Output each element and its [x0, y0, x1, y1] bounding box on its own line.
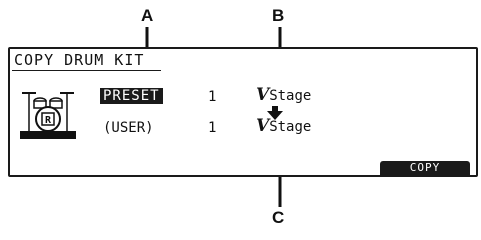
- lcd-screen: COPY DRUM KIT R PRESET 1 VStage (USER) 1…: [8, 47, 478, 177]
- source-kit-name: Stage: [269, 88, 312, 104]
- screen-title: COPY DRUM KIT: [14, 51, 145, 69]
- title-underline: [12, 70, 161, 71]
- copy-button[interactable]: COPY: [380, 161, 470, 175]
- destination-kit-name: Stage: [269, 119, 312, 135]
- destination-kit-name-field[interactable]: VStage: [256, 116, 311, 136]
- source-kit-name-field[interactable]: VStage: [256, 85, 311, 105]
- drum-kit-icon: R: [18, 87, 78, 139]
- v-logo-icon: V: [256, 85, 270, 105]
- destination-kit-number[interactable]: 1: [208, 120, 216, 136]
- svg-text:R: R: [45, 115, 52, 126]
- v-logo-icon: V: [256, 116, 270, 136]
- source-group-field[interactable]: PRESET: [100, 88, 163, 104]
- source-kit-number[interactable]: 1: [208, 89, 216, 105]
- destination-group-field[interactable]: (USER): [103, 120, 154, 136]
- source-group-value: PRESET: [100, 88, 163, 104]
